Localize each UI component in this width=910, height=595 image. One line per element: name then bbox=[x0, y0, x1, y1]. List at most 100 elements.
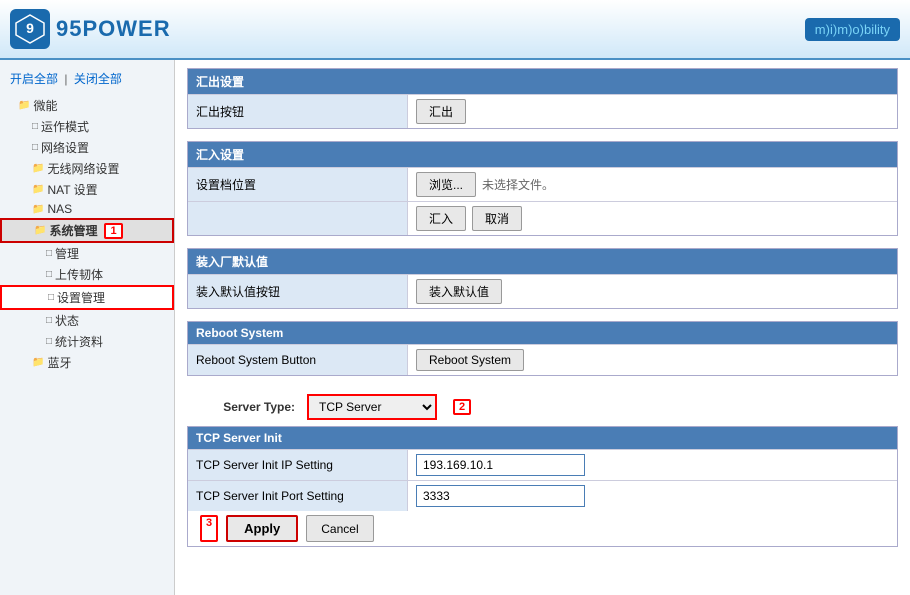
tcp-ip-label: TCP Server Init IP Setting bbox=[188, 450, 408, 480]
factory-label: 装入默认值按钮 bbox=[188, 275, 408, 308]
sidebar-item-label: 运作模式 bbox=[41, 118, 89, 135]
badge-2: 2 bbox=[453, 399, 471, 415]
mimo-text: m)i)m)o)bility bbox=[815, 22, 890, 37]
sidebar-item-label: 状态 bbox=[55, 312, 79, 329]
sidebar-top-links: 开启全部 | 关闭全部 bbox=[0, 65, 174, 95]
mimo-logo: m)i)m)o)bility bbox=[805, 18, 900, 41]
header: 9 95POWER m)i)m)o)bility bbox=[0, 0, 910, 60]
tcp-ip-row: TCP Server Init IP Setting bbox=[188, 449, 897, 480]
server-type-select[interactable]: TCP Server UDP Server TCP Client UDP Cli… bbox=[307, 394, 437, 420]
import-cancel-button[interactable]: 取消 bbox=[472, 206, 522, 231]
sidebar-item-network-settings[interactable]: □ 网络设置 bbox=[0, 137, 174, 158]
sidebar-item-management[interactable]: □ 管理 bbox=[0, 243, 174, 264]
reboot-cell: Reboot System bbox=[408, 345, 897, 375]
factory-section: 装入厂默认值 装入默认值按钮 装入默认值 bbox=[187, 248, 898, 309]
sidebar-item-label: 无线网络设置 bbox=[47, 160, 119, 177]
import-button[interactable]: 汇入 bbox=[416, 206, 466, 231]
factory-row: 装入默认值按钮 装入默认值 bbox=[188, 274, 897, 308]
sidebar-item-label: NAS bbox=[47, 202, 72, 216]
factory-cell: 装入默认值 bbox=[408, 275, 897, 308]
sidebar-item-label: 设置管理 bbox=[57, 289, 105, 306]
reboot-button[interactable]: Reboot System bbox=[416, 349, 524, 371]
sidebar-item-operation-mode[interactable]: □ 运作模式 bbox=[0, 116, 174, 137]
export-row: 汇出按钮 汇出 bbox=[188, 94, 897, 128]
apply-row: 3 Apply Cancel bbox=[188, 511, 897, 546]
tcp-port-label: TCP Server Init Port Setting bbox=[188, 481, 408, 511]
sidebar-item-settings-mgmt[interactable]: □ 设置管理 bbox=[0, 285, 174, 310]
folder-icon: 📁 bbox=[18, 100, 30, 111]
sidebar-item-label: NAT 设置 bbox=[47, 181, 97, 198]
apply-button[interactable]: Apply bbox=[226, 515, 298, 542]
tcp-port-row: TCP Server Init Port Setting bbox=[188, 480, 897, 511]
import-section: 汇入设置 设置档位置 浏览... 未选择文件。 汇入 取消 bbox=[187, 141, 898, 236]
export-section: 汇出设置 汇出按钮 汇出 bbox=[187, 68, 898, 129]
tcp-port-cell bbox=[408, 481, 897, 511]
no-file-text: 未选择文件。 bbox=[482, 176, 554, 193]
page-icon: □ bbox=[32, 121, 38, 132]
sidebar-item-label: 网络设置 bbox=[41, 139, 89, 156]
sidebar-item-label: 系统管理 bbox=[49, 222, 97, 239]
reboot-section: Reboot System Reboot System Button Reboo… bbox=[187, 321, 898, 376]
page-icon: □ bbox=[32, 142, 38, 153]
sidebar-item-label: 统计资料 bbox=[55, 333, 103, 350]
sidebar-item-weino[interactable]: 📁 微能 bbox=[0, 95, 174, 116]
main-layout: 开启全部 | 关闭全部 📁 微能 □ 运作模式 □ 网络设置 📁 无线网络设置 … bbox=[0, 60, 910, 595]
factory-header: 装入厂默认值 bbox=[188, 249, 897, 274]
sidebar: 开启全部 | 关闭全部 📁 微能 □ 运作模式 □ 网络设置 📁 无线网络设置 … bbox=[0, 60, 175, 595]
folder-icon: 📁 bbox=[32, 204, 44, 215]
page-icon: □ bbox=[46, 315, 52, 326]
import-location-cell: 浏览... 未选择文件。 bbox=[408, 168, 897, 201]
sidebar-item-label: 微能 bbox=[33, 97, 57, 114]
tcp-header: TCP Server Init bbox=[188, 427, 897, 449]
page-icon: □ bbox=[46, 269, 52, 280]
badge-3: 3 bbox=[200, 515, 218, 542]
sidebar-item-wireless-settings[interactable]: 📁 无线网络设置 bbox=[0, 158, 174, 179]
cancel-button[interactable]: Cancel bbox=[306, 515, 373, 542]
import-action-row: 汇入 取消 bbox=[188, 201, 897, 235]
sidebar-item-nas[interactable]: 📁 NAS bbox=[0, 200, 174, 218]
close-all-link[interactable]: 关闭全部 bbox=[74, 72, 122, 86]
sidebar-item-upload[interactable]: □ 上传韧体 bbox=[0, 264, 174, 285]
export-button-label: 汇出按钮 bbox=[188, 95, 408, 128]
open-all-link[interactable]: 开启全部 bbox=[10, 72, 58, 86]
page-icon: □ bbox=[46, 248, 52, 259]
reboot-row: Reboot System Button Reboot System bbox=[188, 344, 897, 375]
sidebar-item-label: 管理 bbox=[55, 245, 79, 262]
sidebar-item-label: 上传韧体 bbox=[55, 266, 103, 283]
import-location-row: 设置档位置 浏览... 未选择文件。 bbox=[188, 167, 897, 201]
folder-icon: 📁 bbox=[32, 357, 44, 368]
tcp-ip-cell bbox=[408, 450, 897, 480]
logo-icon: 9 bbox=[10, 9, 50, 49]
svg-text:9: 9 bbox=[26, 20, 34, 36]
folder-icon: 📁 bbox=[34, 225, 46, 236]
server-type-row: Server Type: TCP Server UDP Server TCP C… bbox=[187, 388, 898, 426]
page-icon: □ bbox=[48, 292, 54, 303]
sidebar-item-stats[interactable]: □ 统计资料 bbox=[0, 331, 174, 352]
sidebar-item-status[interactable]: □ 状态 bbox=[0, 310, 174, 331]
export-button[interactable]: 汇出 bbox=[416, 99, 466, 124]
folder-icon: 📁 bbox=[32, 163, 44, 174]
export-button-cell: 汇出 bbox=[408, 95, 897, 128]
import-location-label: 设置档位置 bbox=[188, 168, 408, 201]
tcp-port-input[interactable] bbox=[416, 485, 585, 507]
folder-icon: 📁 bbox=[32, 184, 44, 195]
sidebar-item-nat-settings[interactable]: 📁 NAT 设置 bbox=[0, 179, 174, 200]
logo-text: 95POWER bbox=[56, 16, 171, 42]
import-action-cell: 汇入 取消 bbox=[408, 202, 897, 235]
export-header: 汇出设置 bbox=[188, 69, 897, 94]
reboot-button-label: Reboot System Button bbox=[188, 345, 408, 375]
page-icon: □ bbox=[46, 336, 52, 347]
sidebar-item-label: 蓝牙 bbox=[47, 354, 71, 371]
tcp-ip-input[interactable] bbox=[416, 454, 585, 476]
import-header: 汇入设置 bbox=[188, 142, 897, 167]
logo: 9 95POWER bbox=[10, 9, 171, 49]
sidebar-item-bluetooth[interactable]: 📁 蓝牙 bbox=[0, 352, 174, 373]
tcp-section: TCP Server Init TCP Server Init IP Setti… bbox=[187, 426, 898, 547]
badge-1: 1 bbox=[104, 223, 122, 239]
server-type-label: Server Type: bbox=[195, 400, 295, 414]
sidebar-item-system-admin[interactable]: 📁 系统管理 1 bbox=[0, 218, 174, 243]
content-area: 汇出设置 汇出按钮 汇出 汇入设置 设置档位置 浏览... 未选择文件。 bbox=[175, 60, 910, 595]
load-defaults-button[interactable]: 装入默认值 bbox=[416, 279, 502, 304]
browse-button[interactable]: 浏览... bbox=[416, 172, 476, 197]
import-action-empty bbox=[188, 202, 408, 235]
